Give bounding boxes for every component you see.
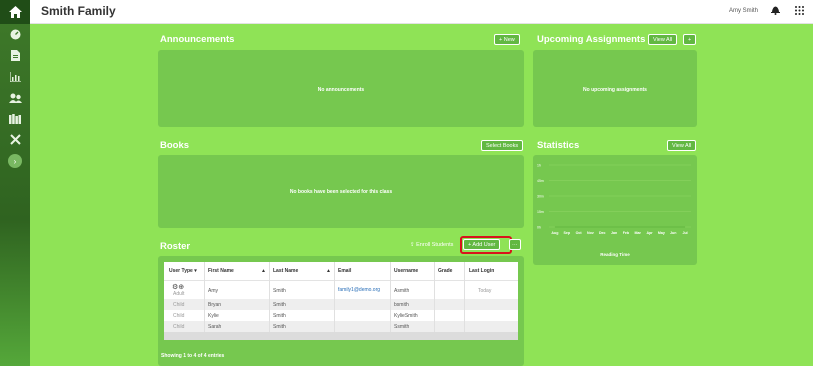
column-divider [390,262,391,332]
username-cell: KylieSmith [394,313,418,319]
x-tick-label: Aug [551,231,558,235]
col-email[interactable]: Email [338,268,351,274]
roster-table: User Type ▾ First Name ▲ Last Name ▲ Ema… [164,262,518,340]
dashboard-icon [10,29,20,40]
x-tick-label: Jun [670,231,676,235]
document-icon [10,50,20,61]
x-tick-label: Feb [623,231,630,235]
statistics-title: Statistics [537,140,580,151]
assignments-title: Upcoming Assignments [537,34,646,45]
expand-icon: › [13,156,17,166]
user-menu[interactable]: Amy Smith [729,8,758,14]
sort-icon: ▲ [326,268,331,274]
tools-icon [9,134,21,145]
column-divider [334,262,335,332]
x-tick-label: Oct [576,231,583,235]
books-empty-message: No books have been selected for this cla… [289,189,393,195]
library-icon [9,113,21,124]
table-spacer [164,332,518,340]
people-icon [8,93,22,103]
x-axis-label: Reading Time [600,252,630,257]
first-name-cell: Kylie [208,313,219,319]
first-name-cell: Amy [208,288,218,294]
last-name-cell: Smith [273,313,286,319]
announcements-panel: No announcements [158,50,524,127]
column-divider [269,262,270,332]
username-cell: bsmith [394,302,409,308]
sidebar-expand-button[interactable]: › [8,154,22,168]
announcements-title: Announcements [160,34,235,45]
last-name-cell: Smith [273,302,286,308]
apps-grid-icon[interactable] [795,6,804,15]
books-title: Books [160,140,190,151]
sidebar-item-documents[interactable] [0,45,30,66]
first-name-cell: Bryan [208,302,222,308]
new-announcement-button[interactable]: + New [494,34,520,45]
column-divider [434,262,435,332]
sidebar-item-tools[interactable] [0,129,30,150]
top-header: Smith Family Amy Smith [30,0,813,24]
page-title: Smith Family [41,4,116,18]
col-grade[interactable]: Grade [438,268,452,274]
select-books-button[interactable]: Select Books [481,140,524,151]
x-tick-label: Apr [646,231,653,235]
x-tick-label: Dec [599,231,606,235]
sidebar-item-people[interactable] [0,87,30,108]
sidebar-item-home[interactable] [0,0,30,24]
y-tick-label: 30m [537,195,544,199]
y-tick-label: 0h [537,226,541,230]
add-user-highlight [460,236,512,254]
add-assignment-button[interactable]: + [683,34,697,45]
column-divider [464,262,465,332]
books-panel: No books have been selected for this cla… [158,155,524,228]
roster-more-button[interactable]: ··· [509,239,521,250]
roster-title: Roster [160,241,191,252]
sidebar-item-library[interactable] [0,108,30,129]
col-first-name[interactable]: First Name [208,268,234,274]
reading-time-chart: 1h 45m 30m 15m 0h Aug Sep Oct Nov Dec Jan Feb Mar Apr… [537,164,691,257]
user-type-cell: Child [173,324,185,330]
x-tick-label: Mar [635,231,642,235]
x-tick-label: Jan [611,231,617,235]
col-last-name[interactable]: Last Name [273,268,298,274]
last-name-cell: Smith [273,324,286,330]
col-last-login[interactable]: Last Login [469,268,494,274]
last-login-cell: Today [478,288,492,294]
bell-icon[interactable] [771,5,780,15]
email-link[interactable]: family1@demo.org [338,287,380,293]
x-tick-label: Sep [563,231,570,235]
user-type-cell: Child [173,302,185,308]
x-tick-label: May [658,231,665,235]
user-type-cell: Child [173,313,185,319]
statistics-panel: 1h 45m 30m 15m 0h Aug Sep Oct Nov Dec Jan Feb Mar Apr… [533,155,697,265]
home-icon [8,6,22,18]
sidebar: › [0,0,30,366]
first-name-cell: Sarah [208,324,222,330]
y-tick-label: 45m [537,179,544,183]
y-tick-label: 1h [537,164,541,168]
manage-user-icons[interactable]: ⚙⊕ [172,283,184,291]
sidebar-item-reports[interactable] [0,66,30,87]
x-tick-label: Nov [587,231,594,235]
y-tick-label: 15m [537,210,544,214]
x-tick-label: Jul [682,231,687,235]
roster-entries-info: Showing 1 to 4 of 4 entries [161,353,225,359]
statistics-view-all-button[interactable]: View All [667,140,697,151]
sidebar-item-dashboard[interactable] [0,24,30,45]
username-cell: Asmith [394,288,410,294]
assignments-empty-message: No upcoming assignments [583,87,647,93]
enroll-students-button[interactable]: ⇪ Enroll Students [406,240,457,251]
last-name-cell: Smith [273,288,286,294]
column-divider [204,262,205,332]
chart-icon [9,71,21,82]
sort-icon: ▲ [261,268,266,274]
username-cell: Ssmith [394,324,410,330]
assignments-panel: No upcoming assignments [533,50,697,127]
assignments-view-all-button[interactable]: View All [648,34,678,45]
col-username[interactable]: Username [394,268,418,274]
announcements-empty-message: No announcements [317,87,365,93]
col-user-type[interactable]: User Type ▾ [169,268,197,274]
user-type-cell: Adult [173,291,185,297]
